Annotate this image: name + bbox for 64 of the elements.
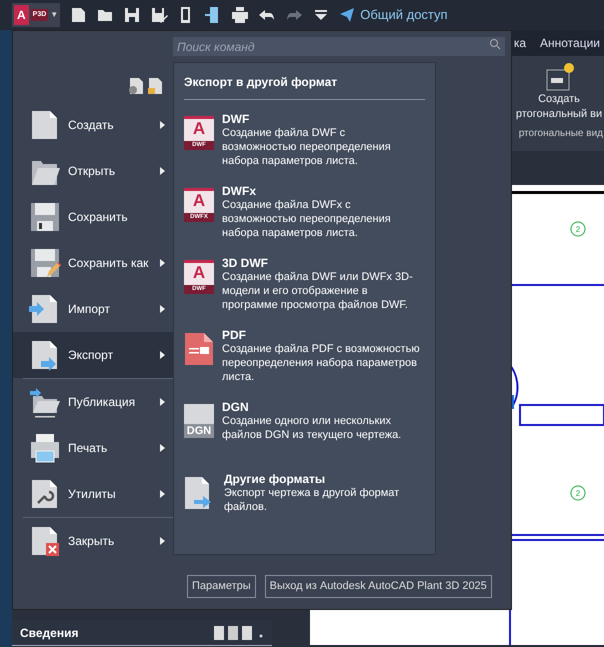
menu-item[interactable]: Создать xyxy=(13,102,173,148)
menu-item[interactable]: Закрыть xyxy=(13,518,173,564)
format-title: PDF xyxy=(222,328,247,342)
ribbon-button[interactable]: Создать ртогональный ви xyxy=(514,56,604,122)
submenu-arrow-icon xyxy=(160,398,165,406)
submenu-arrow-icon xyxy=(160,350,165,359)
submenu-arrow-icon xyxy=(160,120,165,129)
export-format-item[interactable]: PDF Создание файла PDF с возможностью переопределения набора параметров листа. xyxy=(184,328,425,400)
format-description: Экспорт чертежа в другой формат файлов. xyxy=(224,486,400,514)
new-file-icon[interactable] xyxy=(69,6,88,24)
export-format-item[interactable]: DGN DGN Создание одного или нескольких файлов DGN из текущего чертежа. xyxy=(184,400,425,472)
ribbon-tab[interactable]: ка xyxy=(514,34,526,52)
submenu-arrow-icon xyxy=(160,444,165,452)
menu-item[interactable]: Сохранить xyxy=(13,194,173,240)
grid-bubble-label: 2 xyxy=(576,489,580,498)
format-title: DWFx xyxy=(222,184,257,198)
menu-item[interactable]: Экспорт xyxy=(13,332,173,378)
submenu-arrow-icon xyxy=(160,258,165,267)
format-title: 3D DWF xyxy=(222,256,269,270)
format-description: Создание одного или нескольких файлов DGN из текущего чертежа. xyxy=(222,414,402,442)
save-icon[interactable] xyxy=(123,6,142,24)
menu-item[interactable]: Утилиты xyxy=(13,470,173,517)
ribbon-button-label: Создать xyxy=(538,92,580,107)
options-button[interactable]: Параметры xyxy=(187,574,256,598)
submenu-arrow-icon xyxy=(160,304,165,313)
menu-item[interactable]: Публикация xyxy=(13,378,173,425)
menu-item[interactable]: Открыть xyxy=(13,148,173,194)
open-documents-icon[interactable] xyxy=(147,76,163,95)
search-icon xyxy=(489,38,501,50)
submenu-arrow-icon xyxy=(160,490,165,498)
file-with-x-icon xyxy=(29,524,61,557)
ribbon-tab[interactable]: Аннотации xyxy=(540,34,600,52)
caret-icon: ▼ xyxy=(50,9,58,21)
print-icon[interactable] xyxy=(231,6,250,24)
printer-icon xyxy=(29,432,61,464)
menu-item[interactable]: Печать xyxy=(13,424,173,471)
format-description: Создание файла DWF или DWFx 3D-модели и его отображение в программе просмотра файлов DWF. xyxy=(222,270,414,312)
format-description: Создание файла DWFx с возможностью переопределения набора параметров листа. xyxy=(222,198,392,240)
format-description: Создание файла DWF с возможностью переопределения набора параметров листа. xyxy=(222,126,392,168)
palette-title: Сведения xyxy=(20,624,78,642)
menu-item[interactable]: Сохранить как xyxy=(13,240,173,286)
search-field[interactable]: Поиск команд xyxy=(173,37,505,56)
share-button[interactable]: Общий доступ xyxy=(339,5,448,25)
format-title: DGN xyxy=(222,400,250,414)
pdf-file-icon xyxy=(184,332,214,366)
format-title: DWF xyxy=(222,112,250,126)
floppy-pencil-icon xyxy=(29,246,61,279)
recent-documents-icon[interactable] xyxy=(128,76,144,95)
export-format-item[interactable]: Другие форматы Экспорт чертежа в другой формат файлов. xyxy=(184,472,425,514)
ribbon-button-label: ртогональный ви xyxy=(516,107,602,122)
ribbon-group-label: ртогональные вид xyxy=(518,127,603,141)
paper-plane-icon xyxy=(339,7,356,23)
grid-bubble-label: 2 xyxy=(576,225,580,234)
folder-icon xyxy=(29,386,61,418)
dgn-file-icon: DGN xyxy=(184,404,214,438)
palette-tools-icon[interactable] xyxy=(214,626,264,640)
save-as-icon[interactable] xyxy=(150,6,168,24)
menu-item[interactable]: Импорт xyxy=(13,286,173,332)
format-description: Создание файла PDF с возможностью переопределения набора параметров листа. xyxy=(222,342,421,384)
submenu-arrow-icon xyxy=(160,536,165,545)
submenu-arrow-icon xyxy=(160,166,165,175)
submenu-title: Экспорт в другой формат xyxy=(184,74,338,91)
format-title: Другие форматы xyxy=(224,472,326,486)
exit-button[interactable]: Выход из Autodesk AutoCAD Plant 3D 2025 xyxy=(264,574,492,598)
